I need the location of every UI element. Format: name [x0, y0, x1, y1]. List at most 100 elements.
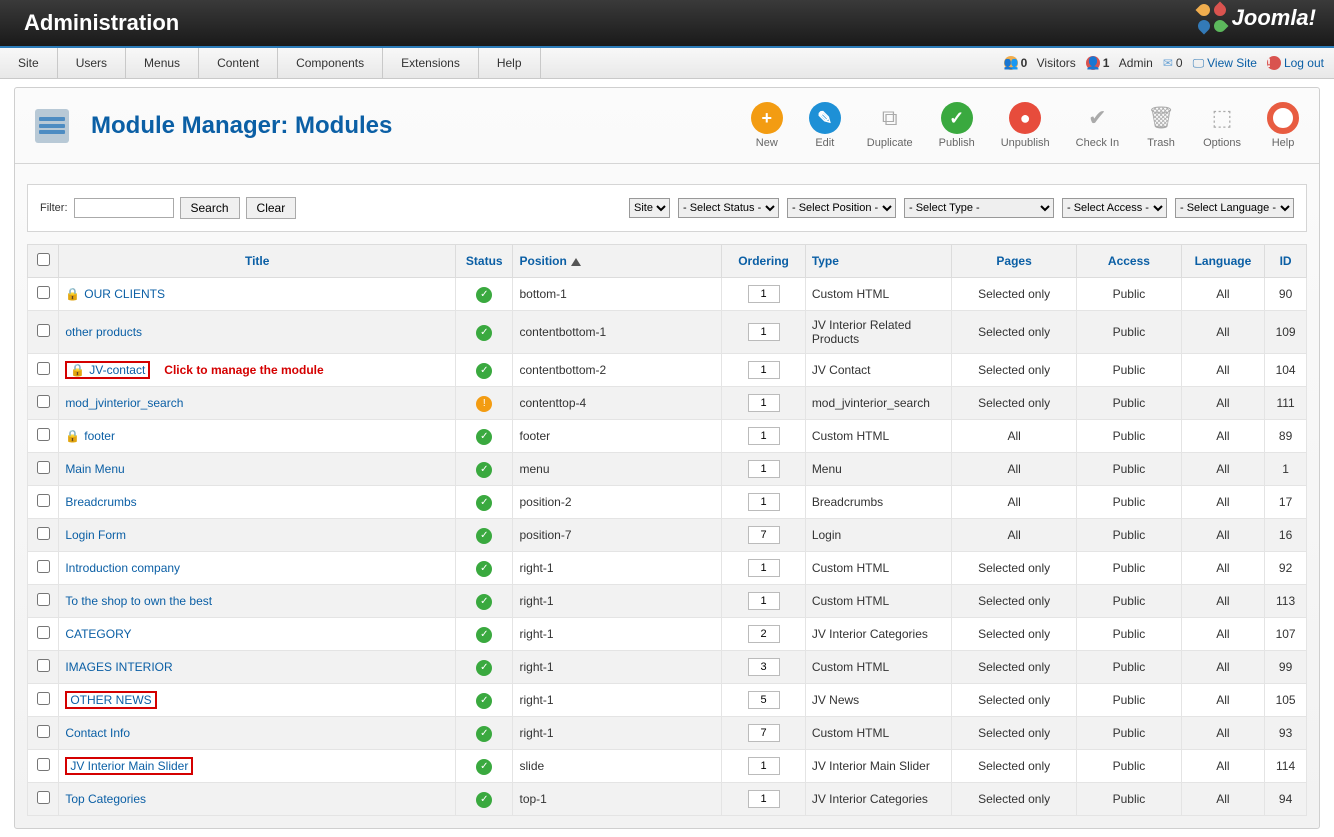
checkin-button[interactable]: ✔Check In [1076, 102, 1119, 149]
ordering-input[interactable] [748, 691, 780, 709]
menu-components[interactable]: Components [278, 48, 383, 78]
module-title-link[interactable]: Top Categories [65, 792, 146, 806]
status-icon[interactable]: ✓ [476, 594, 492, 610]
row-checkbox[interactable] [37, 791, 50, 804]
status-icon[interactable]: ✓ [476, 429, 492, 445]
status-icon[interactable]: ✓ [476, 561, 492, 577]
status-icon[interactable]: ✓ [476, 792, 492, 808]
module-title-link[interactable]: Breadcrumbs [65, 495, 136, 509]
status-icon[interactable]: ✓ [476, 363, 492, 379]
row-checkbox[interactable] [37, 692, 50, 705]
module-title-link[interactable]: Login Form [65, 528, 126, 542]
options-button[interactable]: ⬚Options [1203, 102, 1241, 149]
module-title-link[interactable]: OTHER NEWS [70, 693, 151, 707]
col-status[interactable]: Status [456, 245, 513, 278]
publish-button[interactable]: ✓Publish [939, 102, 975, 149]
col-pages[interactable]: Pages [951, 245, 1076, 278]
row-checkbox[interactable] [37, 494, 50, 507]
status-icon[interactable]: ✓ [476, 759, 492, 775]
status-icon[interactable]: ✓ [476, 528, 492, 544]
filter-select-2[interactable]: - Select Position - [787, 198, 896, 218]
ordering-input[interactable] [748, 559, 780, 577]
filter-select-3[interactable]: - Select Type - [904, 198, 1054, 218]
ordering-input[interactable] [748, 724, 780, 742]
filter-select-0[interactable]: Site [629, 198, 670, 218]
menu-menus[interactable]: Menus [126, 48, 199, 78]
col-type[interactable]: Type [805, 245, 951, 278]
ordering-input[interactable] [748, 526, 780, 544]
ordering-input[interactable] [748, 427, 780, 445]
module-title-link[interactable]: other products [65, 325, 142, 339]
module-title-link[interactable]: Introduction company [65, 561, 180, 575]
ordering-input[interactable] [748, 493, 780, 511]
filter-select-4[interactable]: - Select Access - [1062, 198, 1167, 218]
row-checkbox[interactable] [37, 461, 50, 474]
status-icon[interactable]: ✓ [476, 325, 492, 341]
module-title-link[interactable]: Contact Info [65, 726, 130, 740]
ordering-input[interactable] [748, 460, 780, 478]
col-title[interactable]: Title [59, 245, 456, 278]
module-title-link[interactable]: Main Menu [65, 462, 124, 476]
new-button[interactable]: +New [751, 102, 783, 149]
duplicate-button[interactable]: ⧉Duplicate [867, 102, 913, 149]
row-checkbox[interactable] [37, 758, 50, 771]
ordering-input[interactable] [748, 394, 780, 412]
logout-link[interactable]: ! Log out [1267, 56, 1324, 70]
module-title-link[interactable]: JV-contact [89, 363, 145, 377]
ordering-input[interactable] [748, 658, 780, 676]
status-icon[interactable]: ✓ [476, 726, 492, 742]
status-icon[interactable]: ✓ [476, 627, 492, 643]
ordering-input[interactable] [748, 757, 780, 775]
status-icon[interactable]: ✓ [476, 287, 492, 303]
search-button[interactable]: Search [180, 197, 240, 219]
row-checkbox[interactable] [37, 395, 50, 408]
menu-extensions[interactable]: Extensions [383, 48, 479, 78]
status-icon[interactable]: ! [476, 396, 492, 412]
row-checkbox[interactable] [37, 324, 50, 337]
filter-select-5[interactable]: - Select Language - [1175, 198, 1294, 218]
module-title-link[interactable]: CATEGORY [65, 627, 131, 641]
edit-button[interactable]: ✎Edit [809, 102, 841, 149]
select-all-checkbox[interactable] [37, 253, 50, 266]
row-checkbox[interactable] [37, 593, 50, 606]
menu-help[interactable]: Help [479, 48, 541, 78]
row-checkbox[interactable] [37, 560, 50, 573]
col-position[interactable]: Position [513, 245, 722, 278]
ordering-input[interactable] [748, 361, 780, 379]
row-checkbox[interactable] [37, 626, 50, 639]
row-checkbox[interactable] [37, 527, 50, 540]
clear-button[interactable]: Clear [246, 197, 297, 219]
ordering-input[interactable] [748, 790, 780, 808]
status-icon[interactable]: ✓ [476, 693, 492, 709]
row-checkbox[interactable] [37, 286, 50, 299]
row-checkbox[interactable] [37, 659, 50, 672]
module-title-link[interactable]: IMAGES INTERIOR [65, 660, 172, 674]
menu-content[interactable]: Content [199, 48, 278, 78]
module-title-link[interactable]: To the shop to own the best [65, 594, 212, 608]
unpublish-button[interactable]: ●Unpublish [1001, 102, 1050, 149]
menu-site[interactable]: Site [0, 48, 58, 78]
module-title-link[interactable]: OUR CLIENTS [84, 287, 165, 301]
col-ordering[interactable]: Ordering [722, 245, 806, 278]
col-id[interactable]: ID [1265, 245, 1307, 278]
ordering-input[interactable] [748, 625, 780, 643]
filter-select-1[interactable]: - Select Status - [678, 198, 779, 218]
help-button[interactable]: Help [1267, 102, 1299, 149]
trash-button[interactable]: 🗑Trash [1145, 102, 1177, 149]
ordering-input[interactable] [748, 592, 780, 610]
col-language[interactable]: Language [1181, 245, 1265, 278]
row-checkbox[interactable] [37, 362, 50, 375]
view-site-link[interactable]: 🖵 View Site [1193, 56, 1257, 71]
status-icon[interactable]: ✓ [476, 495, 492, 511]
menu-users[interactable]: Users [58, 48, 126, 78]
row-checkbox[interactable] [37, 725, 50, 738]
module-title-link[interactable]: footer [84, 429, 115, 443]
module-title-link[interactable]: JV Interior Main Slider [70, 759, 188, 773]
status-icon[interactable]: ✓ [476, 660, 492, 676]
messages-status[interactable]: ✉ 0 [1163, 56, 1183, 70]
ordering-input[interactable] [748, 285, 780, 303]
status-icon[interactable]: ✓ [476, 462, 492, 478]
filter-input[interactable] [74, 198, 174, 218]
col-access[interactable]: Access [1077, 245, 1181, 278]
row-checkbox[interactable] [37, 428, 50, 441]
